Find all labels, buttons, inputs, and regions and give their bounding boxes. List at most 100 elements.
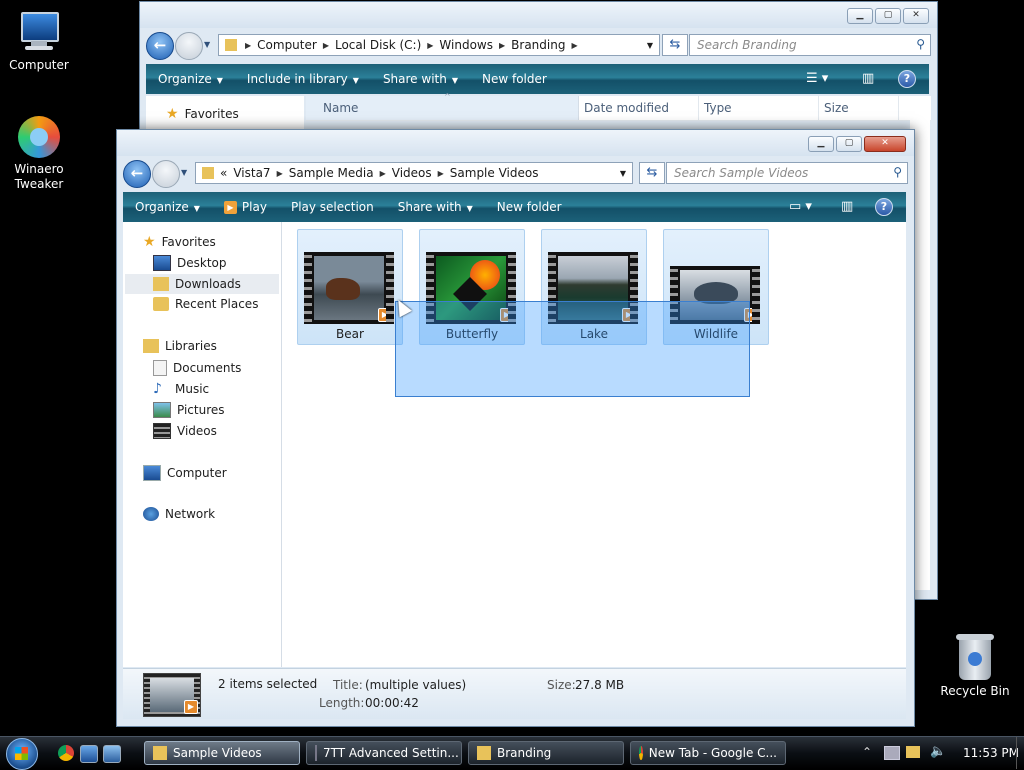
back-button[interactable]: ←: [123, 160, 151, 188]
title-label: Title:: [333, 678, 363, 692]
taskbar-label: New Tab - Google C...: [648, 746, 777, 760]
column-headers: Name ^ Date modified Type Size: [306, 92, 931, 121]
title-bar[interactable]: [140, 2, 937, 28]
bear-thumbnail-image: [314, 256, 384, 320]
navigation-pane: ★ Favorites Desktop Downloads Recent Pla…: [123, 222, 282, 667]
system-clock[interactable]: 11:53 PM: [963, 746, 1019, 760]
caption-buttons: ▁ ▢ ✕: [847, 8, 929, 24]
window-sample-videos[interactable]: ▁ ▢ ✕ ← ▼ « Vista7 ▶ Sample Media ▶ Vide…: [116, 129, 915, 727]
nav-computer[interactable]: Computer: [143, 465, 227, 481]
address-bar[interactable]: « Vista7 ▶ Sample Media ▶ Videos ▶ Sampl…: [195, 162, 633, 184]
include-in-library-button[interactable]: Include in library ▼: [235, 72, 371, 86]
desktop-icon-label: Recycle Bin: [940, 684, 1010, 698]
share-with-button[interactable]: Share with ▼: [386, 200, 485, 214]
preview-pane-icon[interactable]: ▥: [841, 199, 853, 214]
nav-music[interactable]: ♪ Music: [153, 381, 209, 397]
breadcrumb-item[interactable]: Videos: [386, 166, 438, 180]
view-options-icon[interactable]: ☰ ▾: [806, 71, 828, 86]
video-file-bear[interactable]: ▶ Bear: [297, 229, 403, 345]
search-icon[interactable]: ⚲: [893, 165, 902, 179]
search-input[interactable]: Search Branding ⚲: [689, 34, 931, 56]
play-selection-button[interactable]: Play selection: [279, 200, 386, 214]
items-selected-count: 2 items selected: [218, 677, 318, 691]
nav-documents[interactable]: Documents: [153, 360, 241, 376]
nav-network[interactable]: Network: [143, 507, 215, 521]
breadcrumb-overflow[interactable]: «: [214, 166, 233, 180]
taskbar-item-chrome[interactable]: New Tab - Google C...: [630, 741, 786, 765]
nav-favorites[interactable]: ★ Favorites: [166, 106, 239, 122]
close-button[interactable]: ✕: [903, 8, 929, 24]
nav-libraries[interactable]: Libraries: [143, 339, 217, 353]
chrome-quicklaunch-icon[interactable]: [58, 745, 74, 761]
breadcrumb-item[interactable]: Branding: [505, 38, 571, 52]
folder-icon: [153, 746, 167, 760]
refresh-button[interactable]: ⇆: [639, 162, 665, 184]
new-folder-button[interactable]: New folder: [485, 200, 574, 214]
nav-favorites[interactable]: ★ Favorites: [143, 234, 216, 250]
organize-button[interactable]: Organize ▼: [146, 72, 235, 86]
breadcrumb-item[interactable]: Computer: [251, 38, 323, 52]
show-hidden-icons-icon[interactable]: ⌃: [862, 745, 872, 759]
column-header-size[interactable]: Size: [818, 96, 899, 120]
nav-pictures[interactable]: Pictures: [153, 402, 225, 418]
minimize-button[interactable]: ▁: [808, 136, 834, 152]
search-input[interactable]: Search Sample Videos ⚲: [666, 162, 908, 184]
column-header-date-modified[interactable]: Date modified: [578, 96, 699, 120]
libraries-icon: [143, 339, 159, 353]
organize-button[interactable]: Organize ▼: [123, 200, 212, 214]
address-dropdown-icon[interactable]: ▼: [647, 41, 653, 50]
nav-recent-places[interactable]: Recent Places: [153, 297, 258, 311]
help-icon[interactable]: ?: [898, 70, 916, 88]
taskbar-item-7tt-settings[interactable]: 7TT Advanced Settin...: [306, 741, 462, 765]
forward-button[interactable]: [175, 32, 203, 60]
nav-label: Computer: [167, 466, 227, 480]
show-desktop-quicklaunch-icon[interactable]: [80, 745, 98, 763]
address-dropdown-icon[interactable]: ▼: [620, 169, 626, 178]
desktop-icon-computer[interactable]: Computer: [0, 10, 81, 73]
taskbar-item-branding[interactable]: Branding: [468, 741, 624, 765]
preview-pane-icon[interactable]: ▥: [862, 71, 874, 86]
show-desktop-button[interactable]: [1016, 737, 1024, 769]
nav-downloads[interactable]: Downloads: [125, 274, 279, 294]
file-view[interactable]: ▶ Bear ▶ Butterfly ▶ Lake ▶ Wildlife: [282, 222, 906, 667]
minimize-button[interactable]: ▁: [847, 8, 873, 24]
recent-pages-dropdown[interactable]: ▼: [204, 40, 210, 49]
taskbar-item-sample-videos[interactable]: Sample Videos: [144, 741, 300, 765]
forward-button[interactable]: [152, 160, 180, 188]
windows-logo-icon: [15, 747, 28, 760]
new-folder-button[interactable]: New folder: [470, 72, 559, 86]
title-bar[interactable]: [117, 130, 914, 156]
switch-windows-quicklaunch-icon[interactable]: [103, 745, 121, 763]
chevron-down-icon: ▼: [216, 76, 223, 85]
nav-label: Pictures: [177, 403, 225, 417]
maximize-button[interactable]: ▢: [875, 8, 901, 24]
search-icon[interactable]: ⚲: [916, 37, 925, 51]
column-header-name[interactable]: Name ^: [306, 92, 579, 120]
back-button[interactable]: ←: [146, 32, 174, 60]
nav-videos[interactable]: Videos: [153, 423, 217, 439]
share-with-button[interactable]: Share with ▼: [371, 72, 470, 86]
address-bar[interactable]: ▶ Computer ▶ Local Disk (C:) ▶ Windows ▶…: [218, 34, 660, 56]
breadcrumb-item[interactable]: Sample Media: [283, 166, 380, 180]
desktop-icon-winaero-tweaker[interactable]: Winaero Tweaker: [0, 116, 81, 192]
breadcrumb-item[interactable]: Windows: [433, 38, 499, 52]
include-in-library-label: Include in library: [246, 72, 348, 86]
close-button[interactable]: ✕: [864, 136, 906, 152]
refresh-button[interactable]: ⇆: [662, 34, 688, 56]
volume-muted-icon[interactable]: 🔈: [930, 744, 946, 759]
desktop-icon-recycle-bin[interactable]: Recycle Bin: [933, 634, 1017, 699]
action-center-icon[interactable]: [906, 746, 920, 758]
network-status-icon[interactable]: [884, 746, 900, 760]
file-name: Bear: [336, 327, 364, 341]
nav-desktop[interactable]: Desktop: [153, 255, 227, 271]
maximize-button[interactable]: ▢: [836, 136, 862, 152]
breadcrumb-item[interactable]: Vista7: [233, 166, 276, 180]
view-options-icon[interactable]: ▭ ▾: [789, 199, 812, 214]
recent-pages-dropdown[interactable]: ▼: [181, 168, 187, 177]
start-button[interactable]: [6, 738, 38, 770]
help-icon[interactable]: ?: [875, 198, 893, 216]
play-button[interactable]: ▶ Play: [212, 200, 279, 214]
breadcrumb-item[interactable]: Local Disk (C:): [329, 38, 427, 52]
breadcrumb-item[interactable]: Sample Videos: [444, 166, 545, 180]
column-header-type[interactable]: Type: [698, 96, 819, 120]
